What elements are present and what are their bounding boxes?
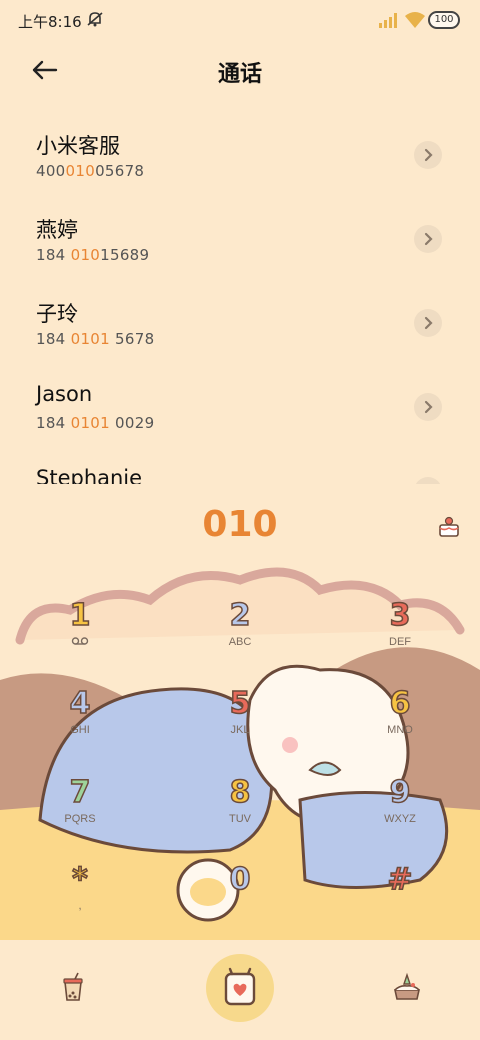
contact-name: 燕婷 <box>36 218 78 242</box>
chevron-right-icon[interactable] <box>414 309 442 337</box>
keypad-key-8[interactable]: 8 TUV <box>185 774 295 855</box>
keypad-key-5[interactable]: 5 JKL <box>185 685 295 766</box>
contact-number: 184 01015689 <box>36 246 150 264</box>
keypad-key-9[interactable]: 9 WXYZ <box>345 774 455 855</box>
contact-name: 子玲 <box>36 302 78 326</box>
chevron-right-icon[interactable] <box>414 393 442 421</box>
bubble-tea-icon[interactable] <box>60 972 86 1002</box>
cake-icon[interactable] <box>392 972 422 1002</box>
contact-row[interactable]: 小米客服 40001005678 <box>0 112 480 196</box>
contact-row[interactable]: Stephanie <box>0 448 480 484</box>
wifi-icon <box>405 12 425 28</box>
contact-row[interactable]: 子玲 184 0101 5678 <box>0 280 480 364</box>
keypad-key-star[interactable]: * , <box>25 861 135 942</box>
contact-results-list[interactable]: 小米客服 40001005678 燕婷 184 01015689 子玲 184 … <box>0 112 480 484</box>
contact-number: 40001005678 <box>36 162 145 180</box>
keypad-key-2[interactable]: 2 ABC <box>185 597 295 678</box>
contact-number: 184 0101 0029 <box>36 414 155 432</box>
contact-name: Stephanie <box>36 466 143 484</box>
keypad-key-6[interactable]: 6 MNO <box>345 685 455 766</box>
contact-row[interactable]: Jason 184 0101 0029 <box>0 364 480 448</box>
cake-icon[interactable] <box>436 514 462 540</box>
signal-icon <box>379 13 397 28</box>
keypad-key-1[interactable]: 1 <box>25 597 135 678</box>
page-title: 通话 <box>217 62 262 87</box>
call-button[interactable] <box>206 954 274 1022</box>
keypad-key-hash[interactable]: # <box>345 861 455 942</box>
chevron-right-icon[interactable] <box>414 477 442 484</box>
battery-indicator: 100 <box>428 11 460 29</box>
keypad-key-7[interactable]: 7 PQRS <box>25 774 135 855</box>
call-icon <box>224 967 256 1006</box>
contact-row[interactable]: 燕婷 184 01015689 <box>0 196 480 280</box>
bell-off-icon <box>86 11 104 31</box>
dialer-bottom-bar <box>0 940 480 1040</box>
contact-name: 小米客服 <box>36 134 120 158</box>
contact-name: Jason <box>36 382 93 406</box>
dialed-number: 010 <box>202 504 278 545</box>
chevron-right-icon[interactable] <box>414 225 442 253</box>
status-time: 上午8:16 <box>18 13 82 31</box>
chevron-right-icon[interactable] <box>414 141 442 169</box>
keypad-key-0[interactable]: 0 <box>185 861 295 942</box>
keypad-key-3[interactable]: 3 DEF <box>345 597 455 678</box>
voicemail-icon <box>25 636 135 649</box>
contact-number: 184 0101 5678 <box>36 330 155 348</box>
status-bar: 上午8:16 100 <box>0 0 480 44</box>
keypad-key-4[interactable]: 4 GHI <box>25 685 135 766</box>
